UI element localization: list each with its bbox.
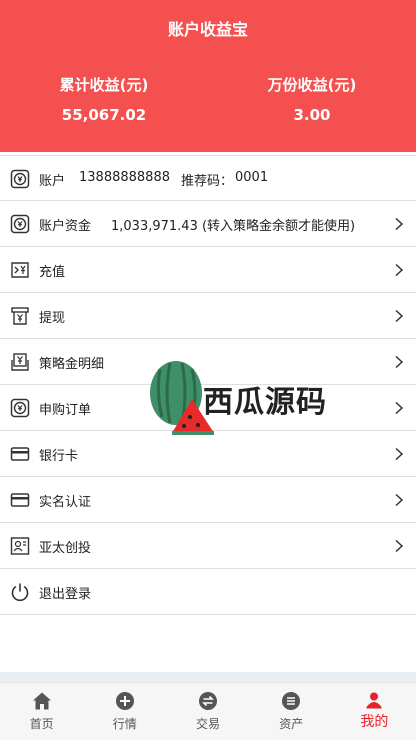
funds-label: 账户资金 <box>39 219 92 234</box>
funds-value: 1,033,971.43 (转入策略金余额才能使用) <box>111 219 356 234</box>
user-icon <box>364 691 384 711</box>
total-earnings-value: 55,067.02 <box>61 106 147 124</box>
menu-item-withdraw[interactable]: 提现 <box>0 293 416 339</box>
account-icon <box>10 169 30 189</box>
logout-row[interactable]: 退出登录 <box>0 569 416 615</box>
tab-mine[interactable]: 我的 <box>333 683 416 740</box>
tab-label: 资产 <box>279 717 304 731</box>
menu-item-label: 银行卡 <box>39 449 79 464</box>
chevron-right-icon <box>394 263 404 277</box>
bank-card-icon <box>10 444 30 464</box>
total-earnings: 累计收益(元) 55,067.02 <box>0 74 208 124</box>
tab-market[interactable]: 行情 <box>83 683 166 740</box>
menu-item-label: 充值 <box>39 265 66 280</box>
tab-label: 行情 <box>112 717 137 731</box>
tab-home[interactable]: 首页 <box>0 683 83 740</box>
order-icon <box>10 398 30 418</box>
withdraw-icon <box>10 306 30 326</box>
menu-item-label: 策略金明细 <box>39 357 105 372</box>
recharge-icon <box>10 260 30 280</box>
account-number: 13888888888 <box>79 170 170 185</box>
chevron-right-icon <box>394 493 404 507</box>
home-icon <box>32 691 52 711</box>
chevron-right-icon <box>394 355 404 369</box>
chevron-right-icon <box>394 401 404 415</box>
divider-band <box>0 672 416 682</box>
per-ten-thousand-label: 万份收益(元) <box>267 76 357 94</box>
account-row: 账户 13888888888 推荐码： 0001 <box>0 155 416 201</box>
tab-trade[interactable]: 交易 <box>166 683 249 740</box>
total-earnings-label: 累计收益(元) <box>59 76 149 94</box>
per-ten-thousand-earnings: 万份收益(元) 3.00 <box>208 74 416 124</box>
menu-item-label: 提现 <box>39 311 66 326</box>
logout-label: 退出登录 <box>39 587 92 602</box>
strategy-detail-icon <box>10 352 30 372</box>
menu-item-strategy-detail[interactable]: 策略金明细 <box>0 339 416 385</box>
tab-label: 交易 <box>196 717 221 731</box>
bottom-tab-bar: 首页 行情 交易 资产 我的 <box>0 682 416 740</box>
account-label: 账户 <box>39 174 66 189</box>
page-title: 账户收益宝 <box>167 20 248 39</box>
exchange-icon <box>198 691 218 711</box>
power-icon <box>10 582 30 602</box>
tab-assets[interactable]: 资产 <box>250 683 333 740</box>
menu-item-label: 亚太创投 <box>39 541 92 556</box>
funds-row[interactable]: 账户资金 1,033,971.43 (转入策略金余额才能使用) <box>0 201 416 247</box>
chevron-right-icon <box>394 217 404 231</box>
tab-label: 首页 <box>29 717 54 731</box>
profile-card-icon <box>10 536 30 556</box>
menu-item-real-name[interactable]: 实名认证 <box>0 477 416 523</box>
referral-code: 0001 <box>235 170 269 185</box>
menu-item-label: 申购订单 <box>39 403 92 418</box>
header: 账户收益宝 累计收益(元) 55,067.02 万份收益(元) 3.00 <box>0 0 416 152</box>
menu-item-bank-card[interactable]: 银行卡 <box>0 431 416 477</box>
tab-label: 我的 <box>360 714 389 730</box>
plus-circle-icon <box>115 691 135 711</box>
chevron-right-icon <box>394 447 404 461</box>
account-menu: 账户 13888888888 推荐码： 0001 账户资金 1,033,971.… <box>0 155 416 615</box>
menu-item-label: 实名认证 <box>39 495 92 510</box>
id-card-icon <box>10 490 30 510</box>
menu-item-apac-ventures[interactable]: 亚太创投 <box>0 523 416 569</box>
funds-icon <box>10 214 30 234</box>
per-ten-thousand-value: 3.00 <box>293 106 331 124</box>
chevron-right-icon <box>394 309 404 323</box>
menu-item-recharge[interactable]: 充值 <box>0 247 416 293</box>
assets-icon <box>281 691 301 711</box>
chevron-right-icon <box>394 539 404 553</box>
menu-item-orders[interactable]: 申购订单 <box>0 385 416 431</box>
referral-label: 推荐码： <box>181 174 234 189</box>
